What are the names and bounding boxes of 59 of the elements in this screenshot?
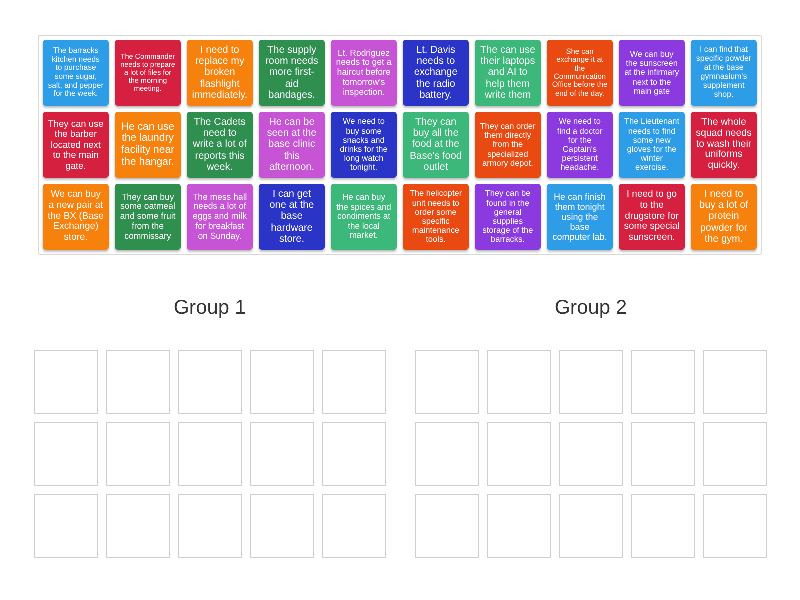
phrase-card[interactable]: I can find that specific powder at the base gymnasium's supplement shop. — [691, 40, 757, 106]
drop-slot[interactable] — [34, 350, 98, 414]
phrase-card[interactable]: He can use the laundry facility near the hangar. — [115, 112, 181, 178]
drop-slot[interactable] — [487, 350, 551, 414]
drop-slot[interactable] — [415, 350, 479, 414]
drop-slot[interactable] — [559, 494, 623, 558]
drop-slot[interactable] — [559, 422, 623, 486]
phrase-card[interactable]: We can buy the sunscreen at the infirmary next to the main gate — [619, 40, 685, 106]
drop-slot[interactable] — [178, 422, 242, 486]
phrase-card[interactable]: We need to find a doctor for the Captain's persistent headache. — [547, 112, 613, 178]
drop-slot[interactable] — [322, 350, 386, 414]
drop-slot[interactable] — [631, 494, 695, 558]
phrase-card[interactable]: The whole squad needs to wash their uniforms quickly. — [691, 112, 757, 178]
phrase-card[interactable]: Lt. Davis needs to exchange the radio battery. — [403, 40, 469, 106]
phrase-card[interactable]: The mess hall needs a lot of eggs and milk for breakfast on Sunday. — [187, 184, 253, 250]
drop-slot[interactable] — [178, 494, 242, 558]
phrase-card[interactable]: They can be found in the general supplies storage of the barracks. — [475, 184, 541, 250]
group-title: Group 1 — [174, 296, 246, 320]
phrase-card[interactable]: The helicopter unit needs to order some specific maintenance tools. — [403, 184, 469, 250]
phrase-card[interactable]: The Lieutenant needs to find some new gloves for the winter exercise. — [619, 112, 685, 178]
phrase-card[interactable]: I need to go to the drugstore for some special sunscreen. — [619, 184, 685, 250]
drop-slot[interactable] — [322, 422, 386, 486]
phrase-card[interactable]: They can order them directly from the specialized armory depot. — [475, 112, 541, 178]
drop-slot[interactable] — [322, 494, 386, 558]
drop-slot[interactable] — [250, 494, 314, 558]
phrase-card[interactable]: Lt. Rodriguez needs to get a haircut before tomorrow's inspection. — [331, 40, 397, 106]
drop-slot[interactable] — [106, 494, 170, 558]
phrase-card[interactable]: They can buy all the food at the Base's food outlet — [403, 112, 469, 178]
phrase-card[interactable]: They can use the barber located next to the main gate. — [43, 112, 109, 178]
drop-slot[interactable] — [631, 350, 695, 414]
drop-slot[interactable] — [703, 350, 767, 414]
phrase-card[interactable]: The can use their laptops and AI to help them write them — [475, 40, 541, 106]
phrase-card[interactable]: We can buy a new pair at the BX (Base Exchange) store. — [43, 184, 109, 250]
phrase-card[interactable]: I need to buy a lot of protein powder for the gym. — [691, 184, 757, 250]
phrase-card[interactable]: The Cadets need to write a lot of reports this week. — [187, 112, 253, 178]
drop-slot[interactable] — [106, 422, 170, 486]
drop-slot[interactable] — [250, 422, 314, 486]
drop-slot[interactable] — [34, 494, 98, 558]
group-title: Group 2 — [554, 296, 628, 320]
phrase-card[interactable]: I need to replace my broken flashlight immediately. — [187, 40, 253, 106]
drop-slot[interactable] — [487, 422, 551, 486]
phrase-card[interactable]: The supply room needs more first-aid bandages. — [259, 40, 325, 106]
phrase-card[interactable]: He can buy the spices and condiments at the local market. — [331, 184, 397, 250]
phrase-card[interactable]: I can get one at the base hardware store. — [259, 184, 325, 250]
drop-slot[interactable] — [250, 350, 314, 414]
phrase-card[interactable]: They can buy some oatmeal and some fruit from the commissary — [115, 184, 181, 250]
drop-slot[interactable] — [559, 350, 623, 414]
drop-slot[interactable] — [415, 494, 479, 558]
drop-slot[interactable] — [703, 494, 767, 558]
drop-slot[interactable] — [106, 350, 170, 414]
drop-slot[interactable] — [703, 422, 767, 486]
phrase-card[interactable]: He can be seen at the base clinic this afternoon. — [259, 112, 325, 178]
phrase-card[interactable]: He can finish them tonight using the base computer lab. — [547, 184, 613, 250]
drop-slot[interactable] — [34, 422, 98, 486]
drop-slot[interactable] — [415, 422, 479, 486]
phrase-card[interactable]: We need to buy some snacks and drinks for the long watch tonight. — [331, 112, 397, 178]
drop-slot[interactable] — [487, 494, 551, 558]
drop-slot[interactable] — [178, 350, 242, 414]
drop-slot[interactable] — [631, 422, 695, 486]
